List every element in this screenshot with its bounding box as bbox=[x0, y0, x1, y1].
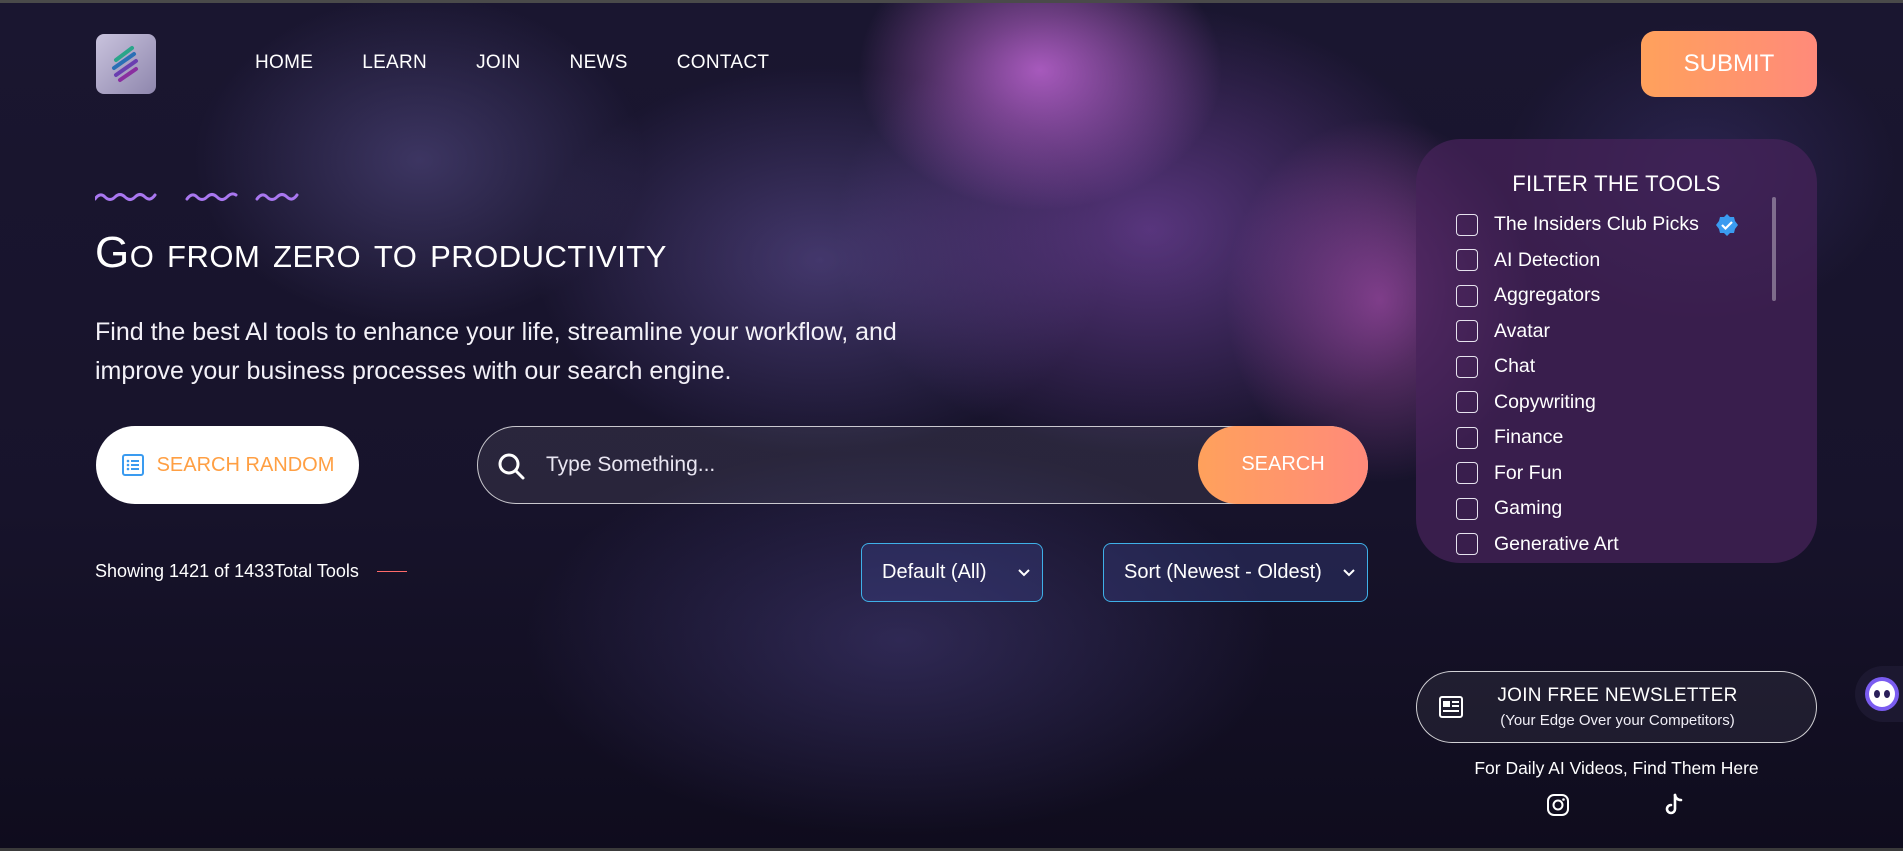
checkbox[interactable] bbox=[1456, 391, 1478, 414]
social-caption: For Daily AI Videos, Find Them Here bbox=[1474, 758, 1759, 778]
search-random-label: SEARCH RANDOM bbox=[156, 453, 335, 476]
checkbox[interactable] bbox=[1456, 533, 1478, 556]
filter-item-aggregators[interactable]: Aggregators bbox=[1456, 278, 1776, 314]
sort-select-value: Sort (Newest - Oldest) bbox=[1124, 561, 1322, 583]
chatbot-face-icon bbox=[1869, 681, 1895, 707]
logo-stripes-icon bbox=[112, 46, 138, 82]
filter-item-label: AI Detection bbox=[1494, 248, 1601, 271]
decorative-dash bbox=[376, 571, 407, 572]
results-count-text: Showing 1421 of 1433Total Tools bbox=[95, 561, 359, 581]
chatbot-widget[interactable] bbox=[1855, 666, 1903, 722]
filter-item-label: The Insiders Club Picks bbox=[1494, 213, 1699, 236]
filter-item-label: Copywriting bbox=[1494, 390, 1596, 413]
filter-item-label: Generative Art bbox=[1494, 532, 1619, 555]
chevron-down-icon bbox=[1343, 569, 1355, 577]
filter-item-label: For Fun bbox=[1494, 461, 1563, 484]
filter-item-copywriting[interactable]: Copywriting bbox=[1456, 385, 1776, 421]
hero-title: Go from zero to productivity bbox=[95, 228, 667, 277]
filter-panel: FILTER THE TOOLS The Insiders Club Picks… bbox=[1416, 139, 1817, 563]
filter-item-insiders-club-picks[interactable]: The Insiders Club Picks bbox=[1456, 207, 1776, 243]
filter-item-label: Chat bbox=[1494, 355, 1536, 378]
filter-item-generative-art[interactable]: Generative Art bbox=[1456, 527, 1776, 563]
category-select[interactable]: Default (All) bbox=[861, 543, 1043, 602]
search-icon bbox=[498, 453, 525, 480]
site-logo[interactable] bbox=[96, 34, 156, 94]
filter-item-label: Finance bbox=[1494, 426, 1564, 449]
window-top-border bbox=[0, 0, 1903, 3]
filter-item-gaming[interactable]: Gaming bbox=[1456, 491, 1776, 527]
newsletter-subtitle: (Your Edge Over your Competitors) bbox=[1500, 712, 1735, 729]
newsletter-title: JOIN FREE NEWSLETTER bbox=[1497, 685, 1738, 706]
nav-learn[interactable]: LEARN bbox=[362, 52, 427, 74]
chatbot-avatar-icon bbox=[1865, 677, 1899, 711]
hero-subtitle-line-2: improve your business processes with our… bbox=[95, 357, 732, 385]
filter-item-avatar[interactable]: Avatar bbox=[1456, 314, 1776, 350]
nav-contact[interactable]: CONTACT bbox=[677, 52, 770, 74]
search-input[interactable] bbox=[546, 445, 1146, 485]
search-bar: SEARCH bbox=[477, 425, 1368, 504]
decorative-squiggle-icon bbox=[95, 192, 299, 201]
filter-item-for-fun[interactable]: For Fun bbox=[1456, 456, 1776, 492]
list-icon bbox=[121, 454, 144, 476]
checkbox[interactable] bbox=[1456, 320, 1478, 343]
filter-item-label: Aggregators bbox=[1494, 284, 1601, 307]
nav-home[interactable]: HOME bbox=[255, 52, 313, 74]
nav-join[interactable]: JOIN bbox=[476, 52, 520, 74]
category-select-value: Default (All) bbox=[882, 561, 987, 583]
filter-scrollbar[interactable] bbox=[1772, 197, 1776, 301]
filter-item-chat[interactable]: Chat bbox=[1456, 349, 1776, 385]
search-button[interactable]: SEARCH bbox=[1198, 425, 1368, 504]
nav-news[interactable]: NEWS bbox=[570, 52, 628, 74]
search-random-button[interactable]: SEARCH RANDOM bbox=[96, 426, 359, 504]
verified-badge-icon bbox=[1715, 213, 1738, 236]
submit-button[interactable]: SUBMIT bbox=[1641, 31, 1817, 97]
checkbox[interactable] bbox=[1456, 284, 1478, 307]
hero-subtitle-line-1: Find the best AI tools to enhance your l… bbox=[95, 318, 897, 346]
instagram-icon[interactable] bbox=[1546, 793, 1570, 817]
results-count: Showing 1421 of 1433Total Tools bbox=[95, 561, 407, 582]
chevron-down-icon bbox=[1018, 569, 1030, 577]
main-nav: HOME LEARN JOIN NEWS CONTACT bbox=[255, 52, 769, 74]
filter-item-label: Avatar bbox=[1494, 319, 1551, 342]
newsletter-button[interactable]: JOIN FREE NEWSLETTER (Your Edge Over you… bbox=[1416, 671, 1817, 743]
filter-item-label: Gaming bbox=[1494, 497, 1563, 520]
checkbox[interactable] bbox=[1456, 426, 1478, 449]
checkbox[interactable] bbox=[1456, 462, 1478, 485]
sort-select[interactable]: Sort (Newest - Oldest) bbox=[1103, 543, 1368, 602]
filter-item-finance[interactable]: Finance bbox=[1456, 420, 1776, 456]
tiktok-icon[interactable] bbox=[1662, 793, 1686, 817]
checkbox[interactable] bbox=[1456, 249, 1478, 272]
filter-title: FILTER THE TOOLS bbox=[1512, 171, 1721, 196]
filter-list[interactable]: The Insiders Club Picks AI Detection Agg… bbox=[1456, 207, 1776, 562]
hero-subtitle: Find the best AI tools to enhance your l… bbox=[95, 313, 995, 391]
checkbox[interactable] bbox=[1456, 355, 1478, 378]
checkbox[interactable] bbox=[1456, 213, 1478, 236]
checkbox[interactable] bbox=[1456, 497, 1478, 520]
filter-item-ai-detection[interactable]: AI Detection bbox=[1456, 243, 1776, 279]
